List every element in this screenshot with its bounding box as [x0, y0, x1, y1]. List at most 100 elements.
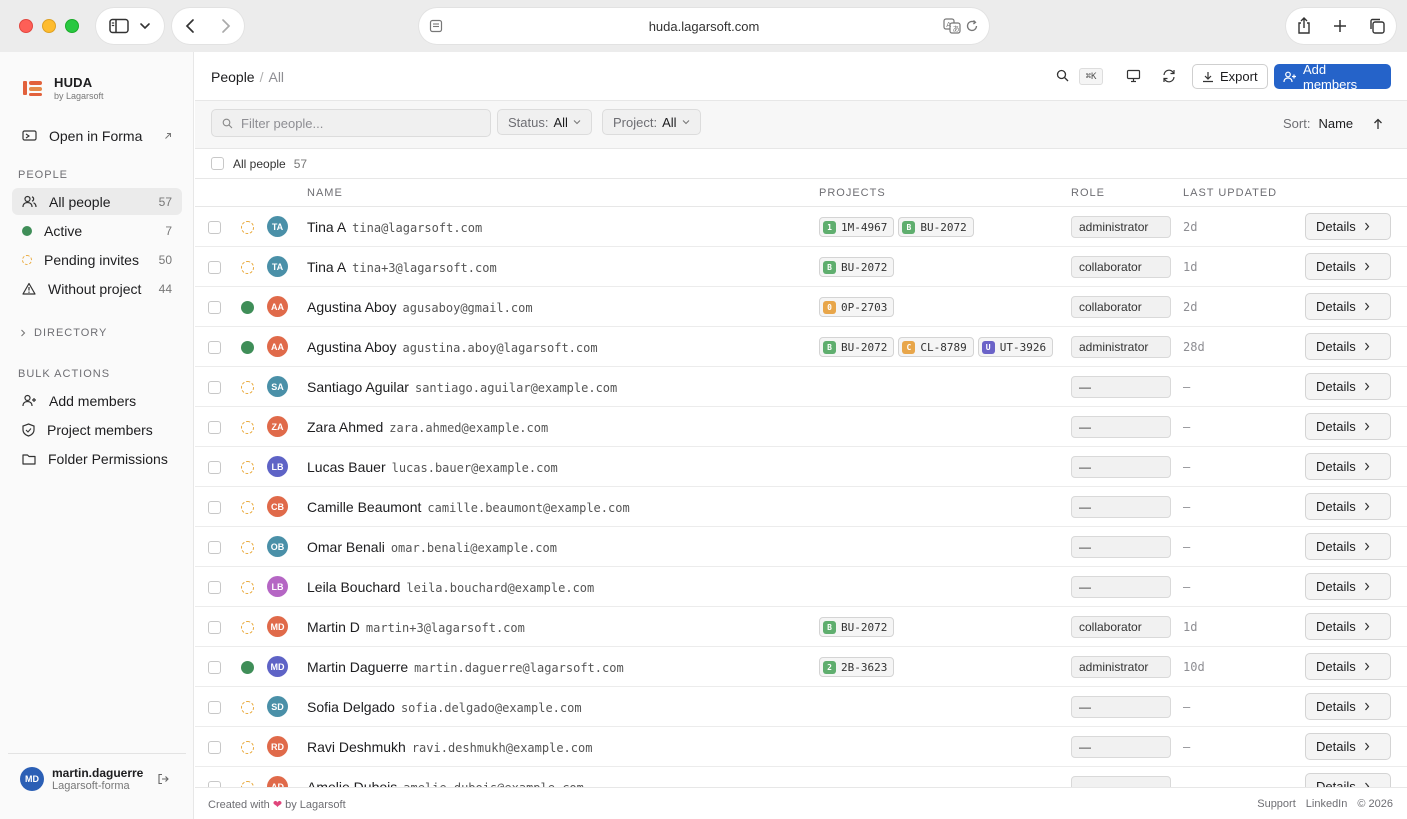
table-row[interactable]: RD Ravi Deshmukh ravi.deshmukh@example.com… — [195, 727, 1407, 767]
sort-control[interactable]: Sort: Name — [1283, 116, 1383, 131]
role-select[interactable]: — — [1071, 576, 1171, 598]
table-row[interactable]: CB Camille Beaumont camille.beaumont@examp… — [195, 487, 1407, 527]
table-row[interactable]: LB Leila Bouchard leila.bouchard@example.c… — [195, 567, 1407, 607]
role-select[interactable]: — — [1071, 536, 1171, 558]
minimize-window-button[interactable] — [42, 19, 56, 33]
project-chip[interactable]: 2 2B-3623 — [819, 657, 895, 677]
project-chip[interactable]: B BU-2072 — [898, 217, 974, 237]
role-select[interactable]: — — [1071, 416, 1171, 438]
row-checkbox[interactable] — [208, 661, 221, 674]
sidebar-item-all-people[interactable]: All people 57 — [12, 188, 182, 215]
breadcrumb-root[interactable]: People — [211, 69, 255, 85]
add-members-button[interactable]: Add members — [1274, 62, 1391, 92]
row-checkbox[interactable] — [208, 341, 221, 354]
table-row[interactable]: TA Tina A tina+3@lagarsoft.com B BU-2072 coll… — [195, 247, 1407, 287]
search-icon[interactable] — [1056, 69, 1069, 82]
translate-icon[interactable]: Aあ — [943, 18, 961, 34]
new-tab-icon[interactable] — [1332, 18, 1348, 34]
row-checkbox[interactable] — [208, 581, 221, 594]
export-button[interactable]: Export — [1192, 64, 1268, 89]
row-checkbox[interactable] — [208, 381, 221, 394]
linkedin-link[interactable]: LinkedIn — [1306, 798, 1348, 810]
table-row[interactable]: ZA Zara Ahmed zara.ahmed@example.com — — Deta… — [195, 407, 1407, 447]
back-icon[interactable] — [185, 18, 195, 34]
row-checkbox[interactable] — [208, 701, 221, 714]
share-icon[interactable] — [1296, 17, 1312, 35]
sidebar-item-active[interactable]: Active 7 — [12, 217, 182, 244]
details-button[interactable]: Details — [1305, 453, 1391, 480]
table-row[interactable]: OB Omar Benali omar.benali@example.com — — De… — [195, 527, 1407, 567]
tab-overview-icon[interactable] — [1368, 17, 1386, 35]
close-window-button[interactable] — [19, 19, 33, 33]
project-chip[interactable]: C CL-8789 — [898, 337, 974, 357]
project-chip[interactable]: 0 0P-2703 — [819, 297, 895, 317]
table-row[interactable]: MD Martin D martin+3@lagarsoft.com B BU-2072… — [195, 607, 1407, 647]
details-button[interactable]: Details — [1305, 413, 1391, 440]
directory-toggle[interactable]: DIRECTORY — [20, 327, 107, 339]
table-row[interactable]: SD Sofia Delgado sofia.delgado@example.com… — [195, 687, 1407, 727]
project-chip[interactable]: 1 1M-4967 — [819, 217, 895, 237]
filter-people-input[interactable] — [241, 115, 471, 131]
details-button[interactable]: Details — [1305, 213, 1391, 240]
table-row[interactable]: AA Agustina Aboy agusaboy@gmail.com 0 0P-270… — [195, 287, 1407, 327]
row-checkbox[interactable] — [208, 301, 221, 314]
details-button[interactable]: Details — [1305, 253, 1391, 280]
sidebar-item-folder-permissions[interactable]: Folder Permissions — [12, 445, 182, 472]
project-chip[interactable]: B BU-2072 — [819, 617, 895, 637]
table-row[interactable]: LB Lucas Bauer lucas.bauer@example.com — — De… — [195, 447, 1407, 487]
details-button[interactable]: Details — [1305, 733, 1391, 760]
row-checkbox[interactable] — [208, 501, 221, 514]
role-select[interactable]: — — [1071, 736, 1171, 758]
details-button[interactable]: Details — [1305, 653, 1391, 680]
details-button[interactable]: Details — [1305, 293, 1391, 320]
details-button[interactable]: Details — [1305, 373, 1391, 400]
project-chip[interactable]: B BU-2072 — [819, 257, 895, 277]
details-button[interactable]: Details — [1305, 333, 1391, 360]
row-checkbox[interactable] — [208, 541, 221, 554]
select-all-checkbox[interactable] — [211, 157, 224, 170]
maximize-window-button[interactable] — [65, 19, 79, 33]
address-bar[interactable]: huda.lagarsoft.com Aあ — [419, 8, 989, 44]
row-checkbox[interactable] — [208, 221, 221, 234]
reload-icon[interactable] — [965, 19, 979, 33]
details-button[interactable]: Details — [1305, 693, 1391, 720]
details-button[interactable]: Details — [1305, 573, 1391, 600]
table-row[interactable]: AA Agustina Aboy agustina.aboy@lagarsoft.c… — [195, 327, 1407, 367]
logout-icon[interactable] — [157, 773, 169, 785]
sidebar-toggle-icon[interactable] — [109, 18, 129, 34]
chevron-down-icon[interactable] — [139, 22, 151, 30]
sidebar-item-without-project[interactable]: Without project 44 — [12, 275, 182, 302]
row-checkbox[interactable] — [208, 421, 221, 434]
table-row[interactable]: MD Martin Daguerre martin.daguerre@lagarso… — [195, 647, 1407, 687]
row-checkbox[interactable] — [208, 461, 221, 474]
status-filter-dropdown[interactable]: Status: All — [497, 109, 592, 135]
table-row[interactable]: SA Santiago Aguilar santiago.aguilar@examp… — [195, 367, 1407, 407]
role-select[interactable]: — — [1071, 456, 1171, 478]
forward-icon[interactable] — [221, 18, 231, 34]
role-select[interactable]: — — [1071, 696, 1171, 718]
row-checkbox[interactable] — [208, 741, 221, 754]
table-row[interactable]: AD Amelie Duboisamelie.dubois@example.com… — [195, 767, 1407, 787]
role-select[interactable]: — — [1071, 776, 1171, 787]
row-checkbox[interactable] — [208, 621, 221, 634]
sort-ascending-icon[interactable] — [1373, 118, 1383, 130]
role-select[interactable]: collaborator — [1071, 256, 1171, 278]
project-chip[interactable]: B BU-2072 — [819, 337, 895, 357]
details-button[interactable]: Details — [1305, 533, 1391, 560]
role-select[interactable]: collaborator — [1071, 616, 1171, 638]
current-user[interactable]: MD martin.daguerre Lagarsoft-forma — [20, 766, 143, 792]
role-select[interactable]: — — [1071, 496, 1171, 518]
role-select[interactable]: administrator — [1071, 216, 1171, 238]
row-checkbox[interactable] — [208, 261, 221, 274]
sidebar-item-project-members[interactable]: Project members — [12, 416, 182, 443]
support-link[interactable]: Support — [1257, 798, 1296, 810]
table-row[interactable]: TA Tina A tina@lagarsoft.com 1 1M-4967 B BU-20… — [195, 207, 1407, 247]
role-select[interactable]: administrator — [1071, 336, 1171, 358]
column-header-name[interactable]: NAME — [307, 187, 343, 199]
details-button[interactable]: Details — [1305, 613, 1391, 640]
details-button[interactable]: Details — [1305, 493, 1391, 520]
project-filter-dropdown[interactable]: Project: All — [602, 109, 701, 135]
open-in-forma-link[interactable]: Open in Forma — [12, 122, 182, 149]
role-select[interactable]: administrator — [1071, 656, 1171, 678]
details-button[interactable]: Details — [1305, 773, 1391, 787]
